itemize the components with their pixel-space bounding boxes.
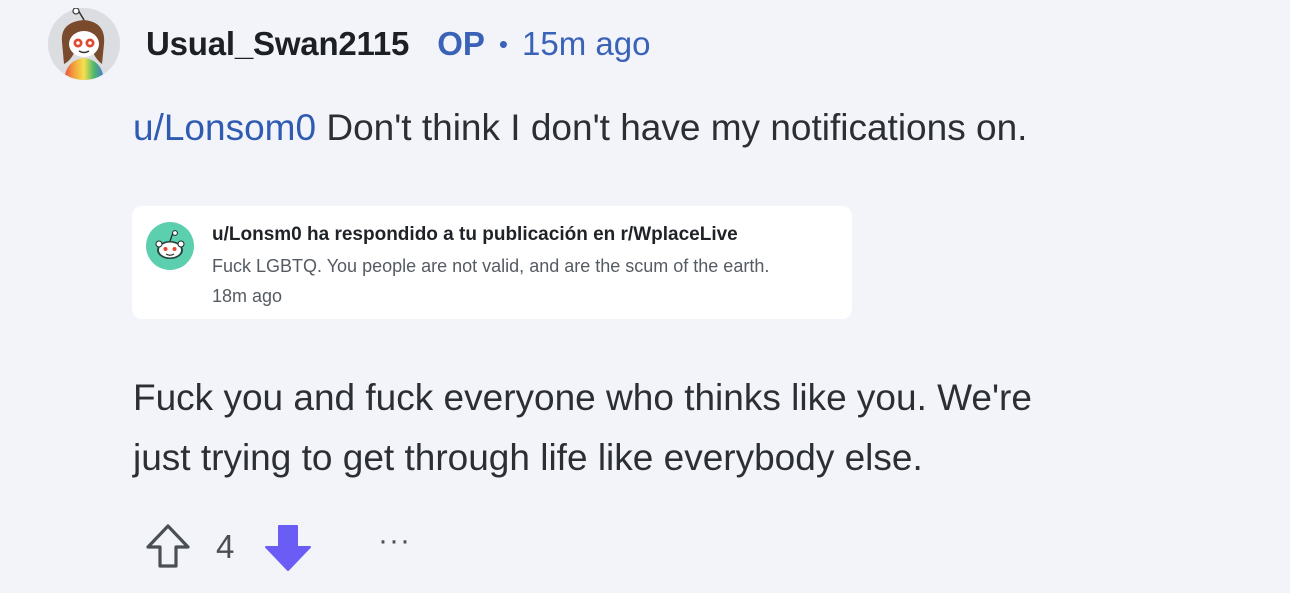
notification-time: 18m ago xyxy=(212,286,283,306)
comment-body-line-1: Fuck you and fuck everyone who thinks li… xyxy=(133,377,1032,418)
op-badge: OP xyxy=(437,25,485,62)
reddit-snoo-icon xyxy=(146,222,194,270)
comment-body-line-2: just trying to get through life like eve… xyxy=(133,437,923,478)
downvote-button[interactable] xyxy=(260,520,316,576)
separator-dot: • xyxy=(498,28,508,59)
snoo-avatar-icon xyxy=(48,7,120,80)
upvote-button[interactable] xyxy=(142,520,194,572)
notification-body: Fuck LGBTQ. You people are not valid, an… xyxy=(212,256,770,276)
user-avatar[interactable] xyxy=(48,7,120,80)
comment-first-line: u/Lonsom0 Don't think I don't have my no… xyxy=(133,98,1027,158)
more-options-button[interactable]: ··· xyxy=(378,524,411,558)
comment-timestamp[interactable]: 15m ago xyxy=(522,25,650,63)
comment-header: Usual_Swan2115 OP • 15m ago xyxy=(146,22,650,66)
downvote-arrow-icon xyxy=(265,525,311,571)
comment-first-line-text: Don't think I don't have my notification… xyxy=(316,107,1028,148)
comment-action-bar: 4 ··· xyxy=(142,520,442,574)
upvote-arrow-icon xyxy=(146,524,190,568)
notification-title: u/Lonsm0 ha respondido a tu publicación … xyxy=(212,224,738,245)
vote-score: 4 xyxy=(216,528,235,565)
author-username[interactable]: Usual_Swan2115 xyxy=(146,25,409,63)
user-mention-link[interactable]: u/Lonsom0 xyxy=(133,107,316,148)
notification-screenshot-image[interactable]: u/Lonsm0 ha respondido a tu publicación … xyxy=(132,206,852,319)
